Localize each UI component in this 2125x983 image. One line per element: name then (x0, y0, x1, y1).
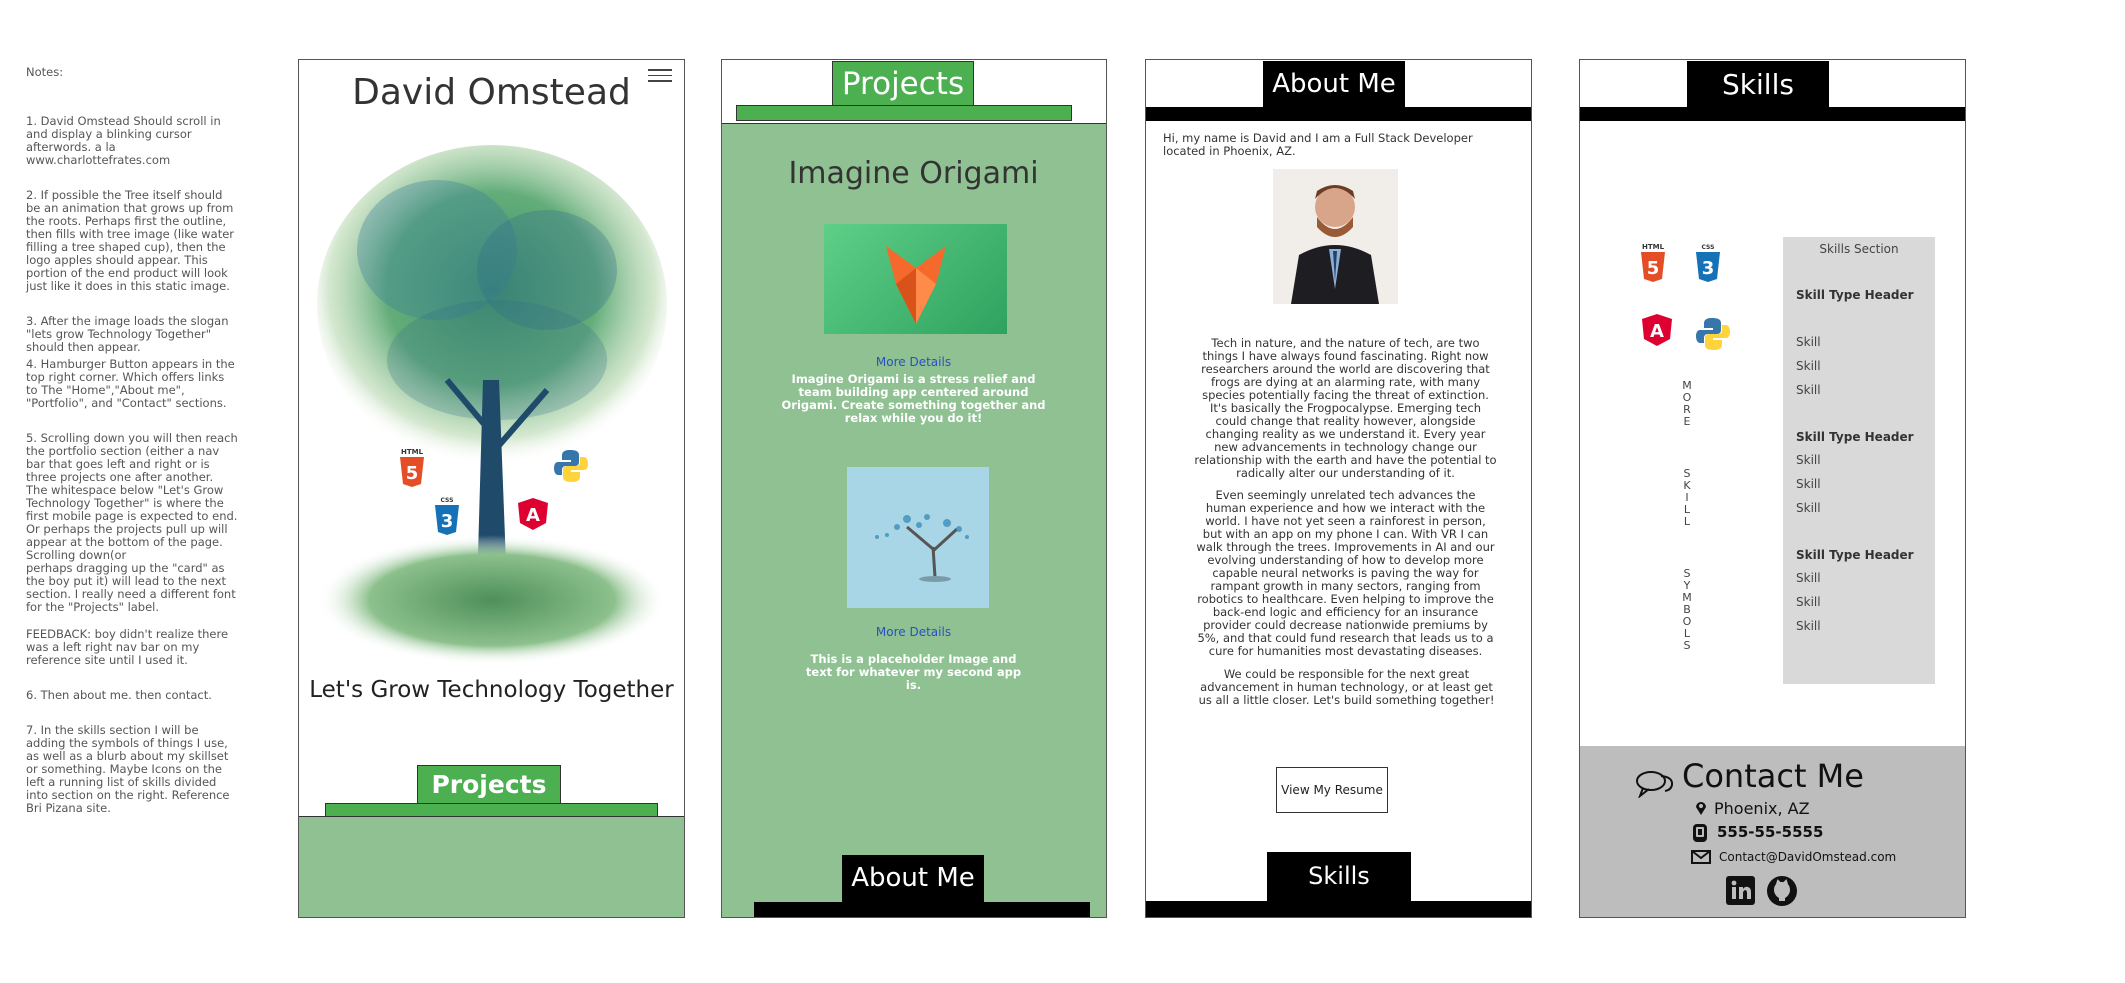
skill-item: Skill (1796, 383, 1821, 397)
projects-tab-bar (325, 803, 658, 817)
vertical-text-skill: SKILL (1683, 467, 1691, 528)
contact-email[interactable]: Contact@DavidOmstead.com (1719, 850, 1896, 864)
skill-item: Skill (1796, 619, 1821, 633)
skill-type-header: Skill Type Header (1796, 430, 1914, 444)
skills-section-title: Skills Section (1819, 242, 1899, 256)
projects-tab[interactable]: Projects (417, 765, 561, 805)
svg-text:3: 3 (441, 511, 454, 532)
placeholder-tree-image[interactable] (847, 467, 989, 608)
skills-tab-bar (1146, 901, 1531, 917)
svg-text:HTML: HTML (1642, 243, 1665, 251)
python-logo-icon (1695, 316, 1731, 357)
contact-title: Contact Me (1682, 757, 1864, 795)
note-4: 4. Hamburger Button appears in the top r… (26, 357, 235, 410)
site-name: David Omstead (352, 72, 631, 113)
note-7: 7. In the skills section I will be addin… (26, 723, 230, 815)
note-6: 6. Then about me. then contact. (26, 688, 212, 702)
tree-illustration (317, 145, 667, 665)
projects-header-bar (736, 105, 1072, 121)
more-details-link-1[interactable]: More Details (722, 355, 1106, 369)
view-resume-button[interactable]: View My Resume (1276, 767, 1388, 813)
about-paragraph-2: Even seemingly unrelated tech advances t… (1196, 488, 1495, 658)
about-panel: About Me Hi, my name is David and I am a… (1145, 59, 1532, 918)
note-3: 3. After the image loads the slogan "let… (26, 314, 229, 354)
skill-item: Skill (1796, 501, 1821, 515)
projects-card: Imagine Origami More Details Imagine Ori… (722, 123, 1106, 917)
css3-logo-icon: CSS 3 (1693, 241, 1723, 288)
phone-icon (1691, 823, 1709, 848)
skill-item: Skill (1796, 571, 1821, 585)
origami-image[interactable] (824, 224, 1007, 334)
svg-text:3: 3 (1702, 258, 1715, 279)
python-logo-icon (553, 448, 589, 489)
project-title: Imagine Origami (788, 156, 1039, 191)
contact-location: Phoenix, AZ (1714, 799, 1810, 818)
profile-photo (1273, 169, 1398, 304)
project-description-1: Imagine Origami is a stress relief and t… (781, 372, 1046, 425)
projects-header-tab[interactable]: Projects (832, 61, 974, 106)
vertical-text-symbols: SYMBOLS (1682, 567, 1692, 652)
skills-header-tab[interactable]: Skills (1687, 61, 1829, 108)
skill-item: Skill (1796, 359, 1821, 373)
html5-logo-icon: HTML 5 (397, 446, 427, 493)
skill-item: Skill (1796, 595, 1821, 609)
skills-panel: Skills HTML 5 CSS 3 A MORE SKILL SYMBOLS S… (1579, 59, 1966, 918)
projects-card-peek (299, 816, 684, 917)
about-me-tab-bar (754, 902, 1090, 917)
angular-logo-icon: A (1641, 313, 1673, 352)
skill-type-header: Skill Type Header (1796, 548, 1914, 562)
skill-item: Skill (1796, 477, 1821, 491)
projects-panel: Projects Imagine Origami More Details Im… (721, 59, 1107, 918)
note-5: 5. Scrolling down you will then reach th… (26, 431, 238, 614)
about-paragraph-1: Tech in nature, and the nature of tech, … (1194, 336, 1497, 480)
skill-item: Skill (1796, 453, 1821, 467)
more-details-link-2[interactable]: More Details (722, 625, 1106, 639)
angular-logo-icon: A (517, 497, 549, 536)
skill-group-3: Skill Type Header Skill Skill Skill (1783, 548, 1935, 643)
about-paragraph-3: We could be responsible for the next gre… (1198, 667, 1495, 707)
svg-text:A: A (1650, 321, 1664, 342)
map-pin-icon (1695, 800, 1707, 821)
note-1: 1. David Omstead Should scroll in and di… (26, 114, 221, 167)
contact-section: Contact Me Phoenix, AZ 555-55-5555 Conta… (1580, 746, 1965, 917)
svg-text:CSS: CSS (1702, 244, 1715, 251)
skills-tab[interactable]: Skills (1267, 852, 1411, 901)
svg-text:A: A (526, 505, 540, 526)
github-icon[interactable] (1767, 876, 1797, 906)
note-feedback: FEEDBACK: boy didn't realize there was a… (26, 627, 229, 667)
vertical-text-more: MORE (1682, 379, 1692, 428)
slogan: Let's Grow Technology Together (309, 677, 674, 703)
html5-logo-icon: HTML 5 (1638, 241, 1668, 288)
envelope-icon (1691, 850, 1711, 869)
svg-text:HTML: HTML (401, 448, 424, 456)
linkedin-icon[interactable] (1726, 876, 1755, 905)
notes-column: Notes: 1. David Omstead Should scroll in… (26, 66, 238, 829)
skill-type-header: Skill Type Header (1796, 288, 1914, 302)
svg-text:5: 5 (406, 463, 419, 484)
chat-bubbles-icon (1635, 768, 1675, 803)
home-panel: David Omstead HTML 5 CSS 3 A Let's Grow … (298, 59, 685, 918)
css3-logo-icon: CSS 3 (432, 494, 462, 541)
about-header-tab[interactable]: About Me (1263, 61, 1405, 107)
svg-text:5: 5 (1647, 258, 1660, 279)
about-intro: Hi, my name is David and I am a Full Sta… (1163, 131, 1473, 158)
skills-header-bar (1580, 107, 1965, 121)
contact-phone[interactable]: 555-55-5555 (1717, 823, 1823, 841)
project-description-2: This is a placeholder Image and text for… (805, 652, 1022, 692)
notes-header: Notes: (26, 65, 64, 79)
note-2: 2. If possible the Tree itself should be… (26, 188, 235, 293)
skill-item: Skill (1796, 335, 1821, 349)
about-header-bar (1146, 107, 1531, 121)
skill-group-2: Skill Type Header Skill Skill Skill (1783, 430, 1935, 525)
skill-group-1: Skill Type Header Skill Skill Skill (1783, 288, 1935, 407)
skills-section-box: Skills Section Skill Type Header Skill S… (1783, 237, 1935, 684)
about-me-tab[interactable]: About Me (842, 855, 984, 902)
svg-text:CSS: CSS (441, 497, 454, 504)
hamburger-icon[interactable] (648, 66, 672, 84)
